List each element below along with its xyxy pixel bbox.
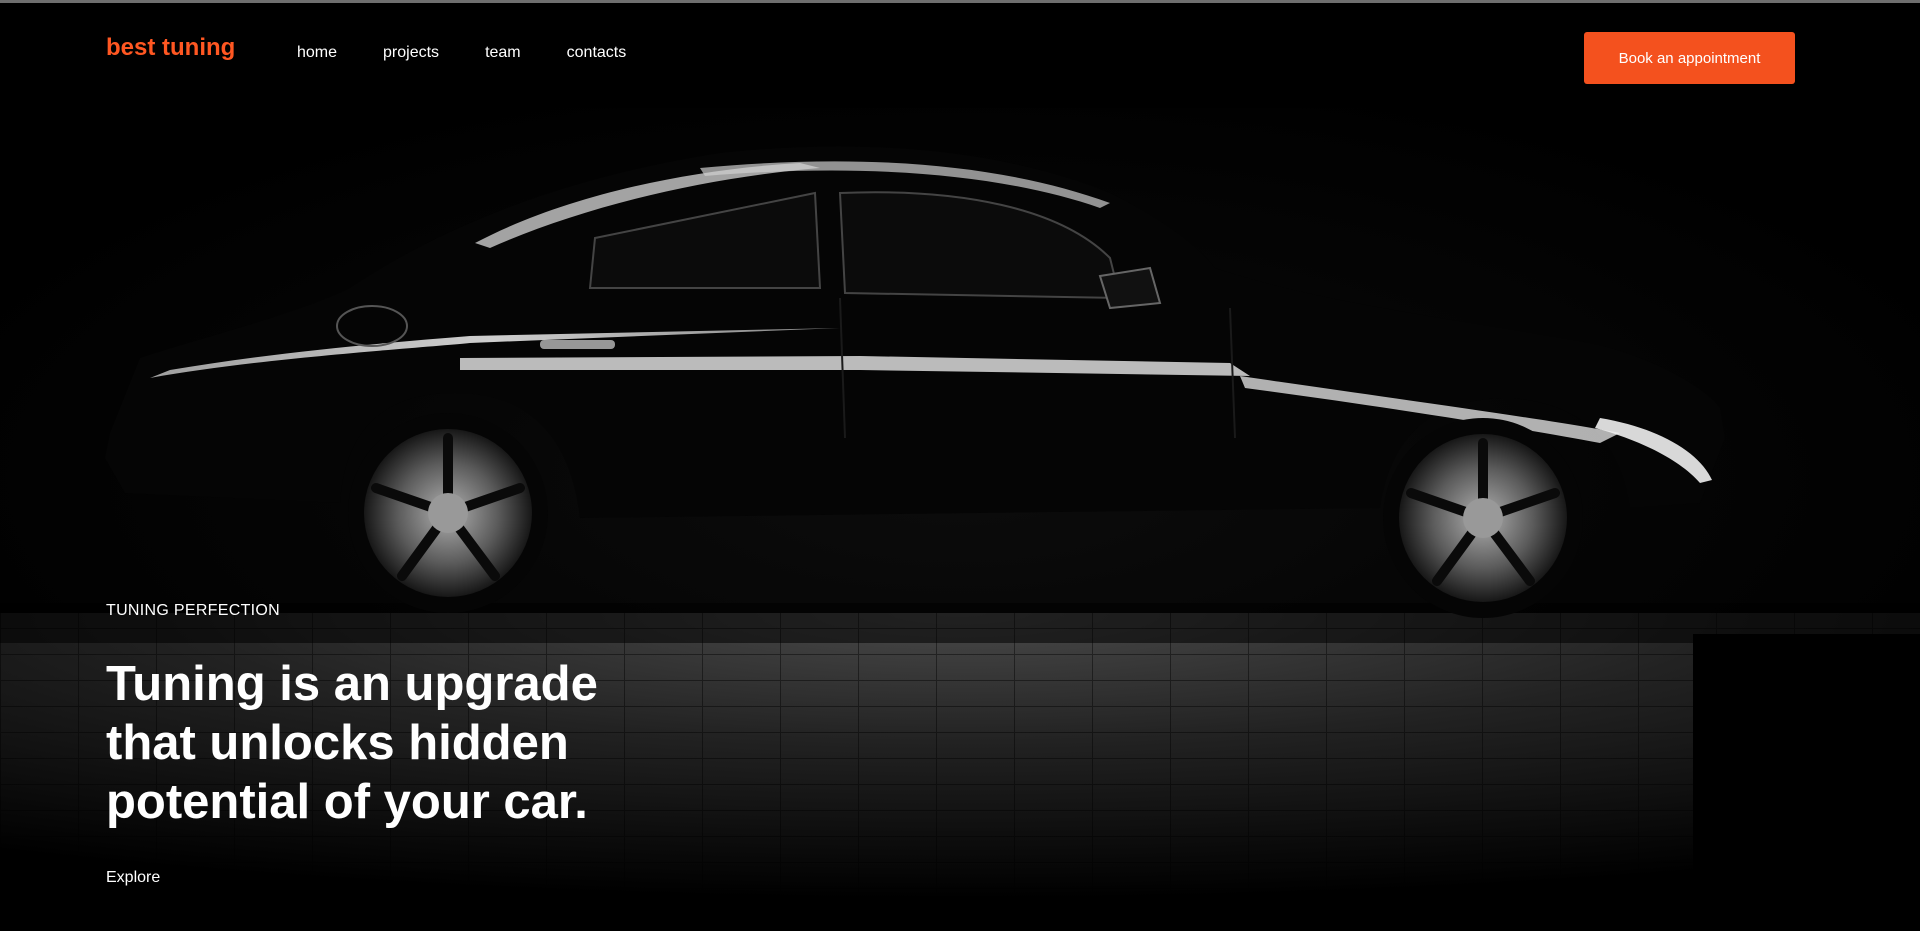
nav-item-home[interactable]: home [297, 45, 337, 61]
explore-link[interactable]: Explore [106, 870, 160, 886]
nav-item-projects[interactable]: projects [383, 45, 439, 61]
logo[interactable]: best tuning [106, 36, 235, 60]
hero-headline: Tuning is an upgrade that unlocks hidden… [106, 657, 598, 829]
nav-item-contacts[interactable]: contacts [567, 45, 627, 61]
book-appointment-button[interactable]: Book an appointment [1584, 32, 1795, 84]
nav-item-team[interactable]: team [485, 45, 521, 61]
page: best tuning home projects team contacts … [0, 0, 1920, 931]
hero-eyebrow: TUNING PERFECTION [106, 602, 280, 619]
main-nav: home projects team contacts [297, 45, 672, 61]
hero-shadow-block [1693, 634, 1920, 931]
site-header: best tuning home projects team contacts … [0, 3, 1920, 108]
